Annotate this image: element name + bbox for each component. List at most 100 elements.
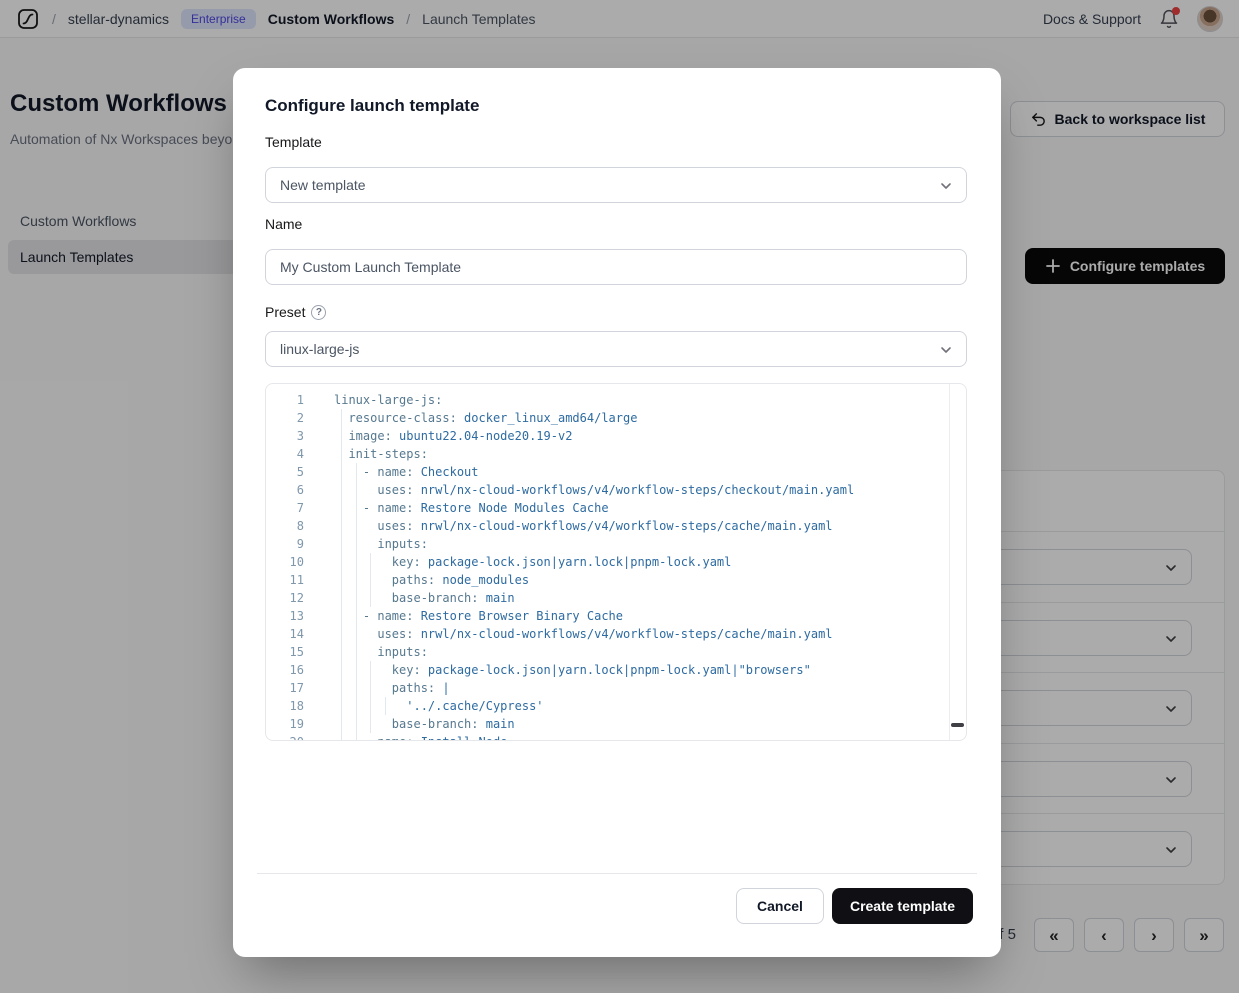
indent-guide	[341, 643, 342, 661]
preset-label-row: Preset ?	[265, 304, 326, 320]
line-number: 4	[266, 445, 318, 463]
line-number: 11	[266, 571, 318, 589]
line-number: 17	[266, 679, 318, 697]
code-line: 20 - name: Install Node	[266, 733, 966, 741]
indent-guide	[370, 553, 371, 571]
indent-guide	[341, 661, 342, 679]
code-line: 2 resource-class: docker_linux_amd64/lar…	[266, 409, 966, 427]
template-select[interactable]: New template	[265, 167, 967, 203]
indent-guide	[341, 571, 342, 589]
create-template-button[interactable]: Create template	[832, 888, 973, 924]
indent-guide	[370, 697, 371, 715]
cancel-button[interactable]: Cancel	[736, 888, 824, 924]
indent-guide	[356, 697, 357, 715]
code-line: 17 paths: |	[266, 679, 966, 697]
indent-guide	[341, 715, 342, 733]
line-number: 12	[266, 589, 318, 607]
code-line: 8 uses: nrwl/nx-cloud-workflows/v4/workf…	[266, 517, 966, 535]
indent-guide	[341, 679, 342, 697]
line-number: 16	[266, 661, 318, 679]
indent-guide	[370, 571, 371, 589]
code-lines: 1linux-large-js:2 resource-class: docker…	[266, 384, 966, 741]
indent-guide	[356, 643, 357, 661]
indent-guide	[385, 697, 386, 715]
indent-guide	[356, 553, 357, 571]
code-line: 12 base-branch: main	[266, 589, 966, 607]
code-line: 9 inputs:	[266, 535, 966, 553]
editor-scrollbar-thumb[interactable]	[951, 723, 964, 727]
line-number: 5	[266, 463, 318, 481]
code-line: 10 key: package-lock.json|yarn.lock|pnpm…	[266, 553, 966, 571]
indent-guide	[341, 445, 342, 463]
indent-guide	[341, 463, 342, 481]
line-number: 19	[266, 715, 318, 733]
line-number: 14	[266, 625, 318, 643]
indent-guide	[341, 481, 342, 499]
code-line: 4 init-steps:	[266, 445, 966, 463]
indent-guide	[356, 715, 357, 733]
line-number: 20	[266, 733, 318, 741]
code-line: 14 uses: nrwl/nx-cloud-workflows/v4/work…	[266, 625, 966, 643]
indent-guide	[356, 499, 357, 517]
code-line: 18 '../.cache/Cypress'	[266, 697, 966, 715]
indent-guide	[356, 589, 357, 607]
code-line: 6 uses: nrwl/nx-cloud-workflows/v4/workf…	[266, 481, 966, 499]
line-number: 8	[266, 517, 318, 535]
app-screen: / stellar-dynamics Enterprise Custom Wor…	[0, 0, 1239, 993]
configure-launch-template-modal: Configure launch template Template New t…	[233, 68, 1001, 957]
code-line: 1linux-large-js:	[266, 391, 966, 409]
code-line: 15 inputs:	[266, 643, 966, 661]
code-line: 13 - name: Restore Browser Binary Cache	[266, 607, 966, 625]
line-number: 18	[266, 697, 318, 715]
indent-guide	[341, 589, 342, 607]
code-line: 11 paths: node_modules	[266, 571, 966, 589]
indent-guide	[341, 535, 342, 553]
line-number: 15	[266, 643, 318, 661]
line-number: 7	[266, 499, 318, 517]
indent-guide	[356, 463, 357, 481]
indent-guide	[370, 679, 371, 697]
name-input[interactable]: My Custom Launch Template	[265, 249, 967, 285]
indent-guide	[341, 499, 342, 517]
code-line: 16 key: package-lock.json|yarn.lock|pnpm…	[266, 661, 966, 679]
indent-guide	[370, 589, 371, 607]
preset-select[interactable]: linux-large-js	[265, 331, 967, 367]
line-number: 13	[266, 607, 318, 625]
indent-guide	[341, 733, 342, 741]
indent-guide	[356, 517, 357, 535]
indent-guide	[341, 409, 342, 427]
editor-scrollbar-track	[949, 384, 950, 740]
help-icon[interactable]: ?	[311, 305, 326, 320]
indent-guide	[356, 661, 357, 679]
line-number: 6	[266, 481, 318, 499]
line-number: 2	[266, 409, 318, 427]
indent-guide	[356, 535, 357, 553]
code-line: 19 base-branch: main	[266, 715, 966, 733]
code-line: 5 - name: Checkout	[266, 463, 966, 481]
line-number: 10	[266, 553, 318, 571]
name-label: Name	[265, 216, 302, 232]
code-line: 3 image: ubuntu22.04-node20.19-v2	[266, 427, 966, 445]
indent-guide	[370, 661, 371, 679]
modal-footer: Cancel Create template	[736, 888, 973, 924]
indent-guide	[356, 607, 357, 625]
indent-guide	[356, 481, 357, 499]
indent-guide	[356, 571, 357, 589]
line-number: 9	[266, 535, 318, 553]
indent-guide	[356, 625, 357, 643]
yaml-code-editor[interactable]: 1linux-large-js:2 resource-class: docker…	[265, 383, 967, 741]
line-number: 1	[266, 391, 318, 409]
modal-title: Configure launch template	[265, 96, 479, 116]
code-line: 7 - name: Restore Node Modules Cache	[266, 499, 966, 517]
indent-guide	[341, 607, 342, 625]
indent-guide	[356, 733, 357, 741]
indent-guide	[341, 625, 342, 643]
preset-label: Preset	[265, 304, 305, 320]
line-number: 3	[266, 427, 318, 445]
indent-guide	[341, 427, 342, 445]
indent-guide	[341, 517, 342, 535]
indent-guide	[356, 679, 357, 697]
footer-divider	[257, 873, 977, 874]
indent-guide	[370, 715, 371, 733]
indent-guide	[341, 553, 342, 571]
